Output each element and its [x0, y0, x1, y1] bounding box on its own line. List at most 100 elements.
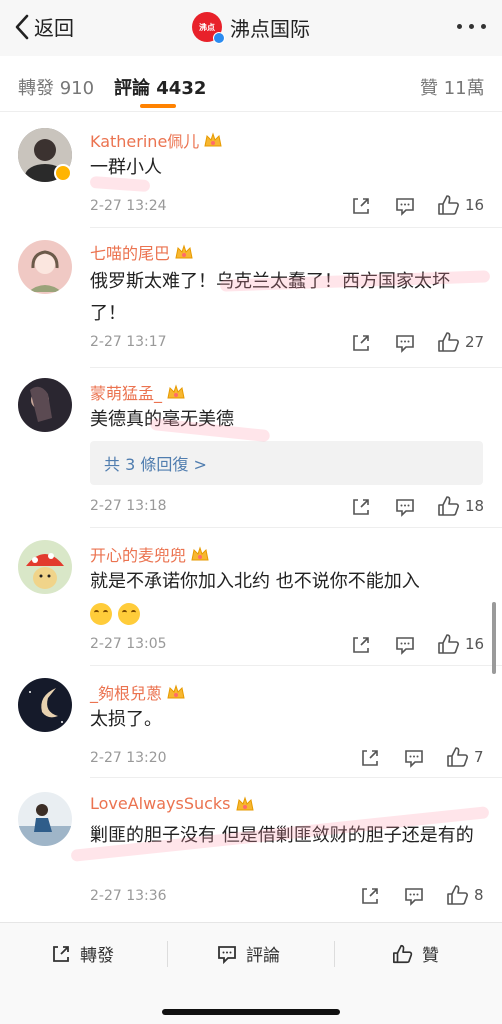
comment-item: _夠根兒蔥 太损了。 2-27 13:20 7	[0, 666, 502, 778]
divider	[167, 941, 168, 967]
comment-time: 2-27 13:17	[90, 334, 167, 350]
comment-text: 太损了。	[90, 709, 162, 730]
thumbs-up-icon	[438, 496, 459, 516]
comment-item: 开心的麦兜兜 就是不承诺你加入北约 也不说你不能加入 2-27 13:05 16	[0, 528, 502, 666]
top-nav-bar: 返回 沸点 沸点国际	[0, 0, 502, 56]
avatar[interactable]	[18, 678, 72, 732]
verified-icon	[213, 32, 225, 44]
comment-text-content: 就是不承诺你加入北约 也不说你不能加入	[90, 571, 420, 592]
bottom-action-bar: 轉發 評論 贊	[0, 922, 502, 1024]
comment-username[interactable]: 蒙萌猛孟_	[90, 380, 186, 404]
crown-icon	[191, 546, 209, 561]
comment-time: 2-27 13:36	[90, 888, 167, 904]
repost-icon[interactable]	[350, 496, 372, 518]
like-button[interactable]: 16	[437, 633, 484, 655]
logo-text: 沸点	[199, 22, 215, 32]
home-indicator[interactable]	[162, 1009, 340, 1015]
repost-icon[interactable]	[350, 195, 372, 217]
more-options-button[interactable]	[457, 24, 486, 29]
like-count: 8	[474, 886, 484, 904]
comment-username[interactable]: 七喵的尾巴	[90, 240, 194, 264]
comment-time: 2-27 13:18	[90, 498, 167, 514]
avatar[interactable]	[18, 540, 72, 594]
divider	[334, 941, 335, 967]
repost-icon[interactable]	[350, 634, 372, 656]
comment-username[interactable]: 开心的麦兜兜	[90, 542, 210, 566]
username-text: LoveAlwaysSucks	[90, 794, 231, 813]
like-count: 18	[465, 497, 485, 515]
dot-icon	[457, 24, 462, 29]
username-text: _夠根兒蔥	[90, 684, 163, 703]
comment-icon	[218, 945, 236, 964]
username-text: 蒙萌猛孟_	[90, 384, 163, 403]
scrollbar[interactable]	[492, 602, 496, 674]
username-text: 七喵的尾巴	[90, 244, 171, 263]
avatar[interactable]	[18, 240, 72, 294]
thumbs-up-icon	[447, 885, 468, 905]
like-button[interactable]: 8	[446, 884, 484, 906]
repost-button[interactable]: 轉發	[50, 941, 114, 966]
avatar[interactable]	[18, 378, 72, 432]
tab-bar: 轉發 910 評論 4432 贊 11萬	[0, 56, 502, 112]
like-count: 27	[465, 333, 485, 351]
weibo-comments-screen: 返回 沸点 沸点国际 轉發 910 評論 4432 贊 11萬 Katherin…	[0, 0, 502, 1024]
like-count: 7	[474, 748, 484, 766]
like-button[interactable]: 18	[437, 495, 484, 517]
thumbs-up-icon	[438, 634, 459, 654]
avatar[interactable]	[18, 792, 72, 846]
page-title: 沸点国际	[230, 16, 310, 41]
reply-icon[interactable]	[403, 885, 425, 907]
reply-icon[interactable]	[394, 634, 416, 656]
comment-username[interactable]: _夠根兒蔥	[90, 680, 186, 704]
repost-label: 轉發	[80, 946, 114, 966]
comment-text: 美德真的毫无美德	[90, 409, 234, 430]
comment-button[interactable]: 評論	[216, 941, 280, 966]
reply-icon[interactable]	[394, 195, 416, 217]
tab-repost[interactable]: 轉發 910	[18, 74, 94, 100]
thumbs-up-icon	[438, 195, 459, 215]
username-text: Katherine佩儿	[90, 132, 200, 151]
laugh-cry-emoji-icon	[90, 603, 112, 625]
tab-likes[interactable]: 贊 11萬	[420, 74, 485, 100]
comment-username[interactable]: Katherine佩儿	[90, 128, 223, 152]
comment-item: Katherine佩儿 一群小人 2-27 13:24 16	[0, 112, 502, 228]
comment-item: 蒙萌猛孟_ 美德真的毫无美德 共 3 條回復 > 2-27 13:18 18	[0, 368, 502, 528]
thumbs-up-icon	[447, 747, 468, 767]
like-button[interactable]: 16	[437, 194, 484, 216]
username-text: 开心的麦兜兜	[90, 546, 187, 565]
like-post-button[interactable]: 贊	[392, 941, 439, 966]
active-tab-indicator	[140, 104, 176, 108]
crown-icon	[175, 244, 193, 259]
crown-icon	[235, 795, 254, 810]
verified-badge-icon	[54, 164, 72, 182]
reply-icon[interactable]	[403, 747, 425, 769]
comment-username[interactable]: LoveAlwaysSucks	[90, 794, 255, 813]
like-count: 16	[465, 196, 485, 214]
reply-icon[interactable]	[394, 332, 416, 354]
comment-item: 七喵的尾巴 俄罗斯太难了！乌克兰太蠢了！西方国家太坏了！ 2-27 13:17 …	[0, 228, 502, 368]
repost-icon[interactable]	[359, 885, 381, 907]
laugh-cry-emoji-icon	[118, 603, 140, 625]
dot-icon	[481, 24, 486, 29]
comment-text: 一群小人	[90, 157, 162, 178]
like-button[interactable]: 7	[446, 746, 484, 768]
crown-icon	[204, 132, 222, 147]
tab-comments[interactable]: 評論 4432	[114, 74, 206, 100]
reply-icon[interactable]	[394, 496, 416, 518]
comment-text: 就是不承诺你加入北约 也不说你不能加入	[90, 566, 476, 630]
dot-icon	[469, 24, 474, 29]
comment-time: 2-27 13:20	[90, 750, 167, 766]
thumbs-up-icon	[393, 944, 413, 963]
account-logo: 沸点	[192, 12, 225, 44]
crown-icon	[167, 384, 185, 399]
repost-icon[interactable]	[350, 332, 372, 354]
view-replies-link[interactable]: 共 3 條回復 >	[90, 441, 483, 485]
account-title[interactable]: 沸点 沸点国际	[0, 12, 502, 44]
thumbs-up-icon	[438, 332, 459, 352]
like-label: 贊	[422, 946, 439, 966]
repost-icon[interactable]	[359, 747, 381, 769]
like-button[interactable]: 27	[437, 331, 484, 353]
crown-icon	[167, 684, 185, 699]
comment-time: 2-27 13:05	[90, 636, 167, 652]
like-count: 16	[465, 635, 485, 653]
